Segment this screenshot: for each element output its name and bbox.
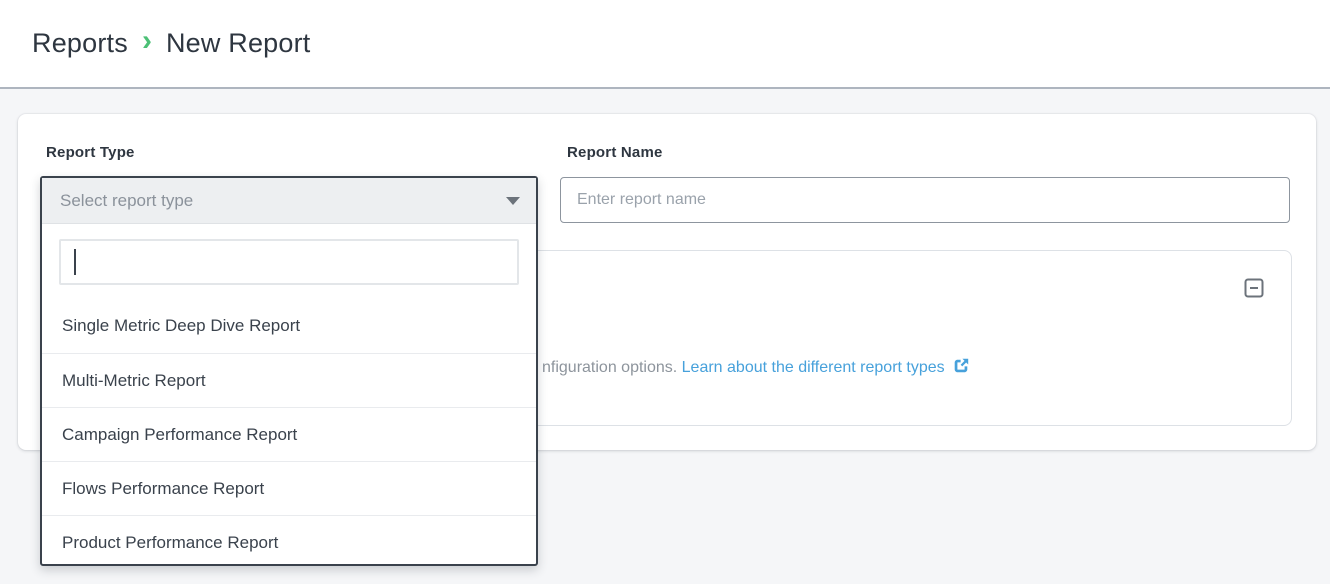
report-type-select[interactable]: Select report type	[42, 178, 536, 224]
report-type-select-placeholder: Select report type	[60, 191, 506, 211]
page: Reports › New Report Report Type Report …	[0, 0, 1330, 584]
breadcrumb: Reports › New Report	[32, 0, 311, 87]
report-type-dropdown: Select report type Single Metric Deep Di…	[40, 176, 538, 566]
option-single-metric-deep-dive[interactable]: Single Metric Deep Dive Report	[42, 299, 536, 353]
page-header: Reports › New Report	[0, 0, 1330, 89]
report-name-input[interactable]	[560, 177, 1290, 223]
option-campaign-performance[interactable]: Campaign Performance Report	[42, 407, 536, 461]
report-type-options-list: Single Metric Deep Dive Report Multi-Met…	[42, 299, 536, 564]
chevron-right-icon: ›	[142, 26, 152, 56]
help-text-fragment: nfiguration options.	[542, 359, 682, 376]
external-link-icon	[952, 357, 970, 383]
learn-report-types-link[interactable]: Learn about the different report types	[682, 359, 945, 376]
breadcrumb-link-reports[interactable]: Reports	[32, 28, 128, 59]
report-name-label: Report Name	[567, 144, 663, 161]
option-flows-performance[interactable]: Flows Performance Report	[42, 461, 536, 515]
collapse-panel-button[interactable]	[1244, 278, 1264, 298]
minus-square-icon	[1244, 286, 1264, 301]
option-multi-metric[interactable]: Multi-Metric Report	[42, 353, 536, 407]
text-cursor	[74, 249, 76, 275]
option-product-performance[interactable]: Product Performance Report	[42, 515, 536, 564]
dropdown-search-input[interactable]	[59, 239, 519, 285]
caret-down-icon	[506, 197, 520, 205]
report-type-label: Report Type	[46, 144, 135, 161]
report-type-help-text: nfiguration options. Learn about the dif…	[542, 356, 970, 383]
breadcrumb-current-new-report: New Report	[166, 28, 311, 59]
dropdown-search-wrap	[59, 239, 519, 285]
